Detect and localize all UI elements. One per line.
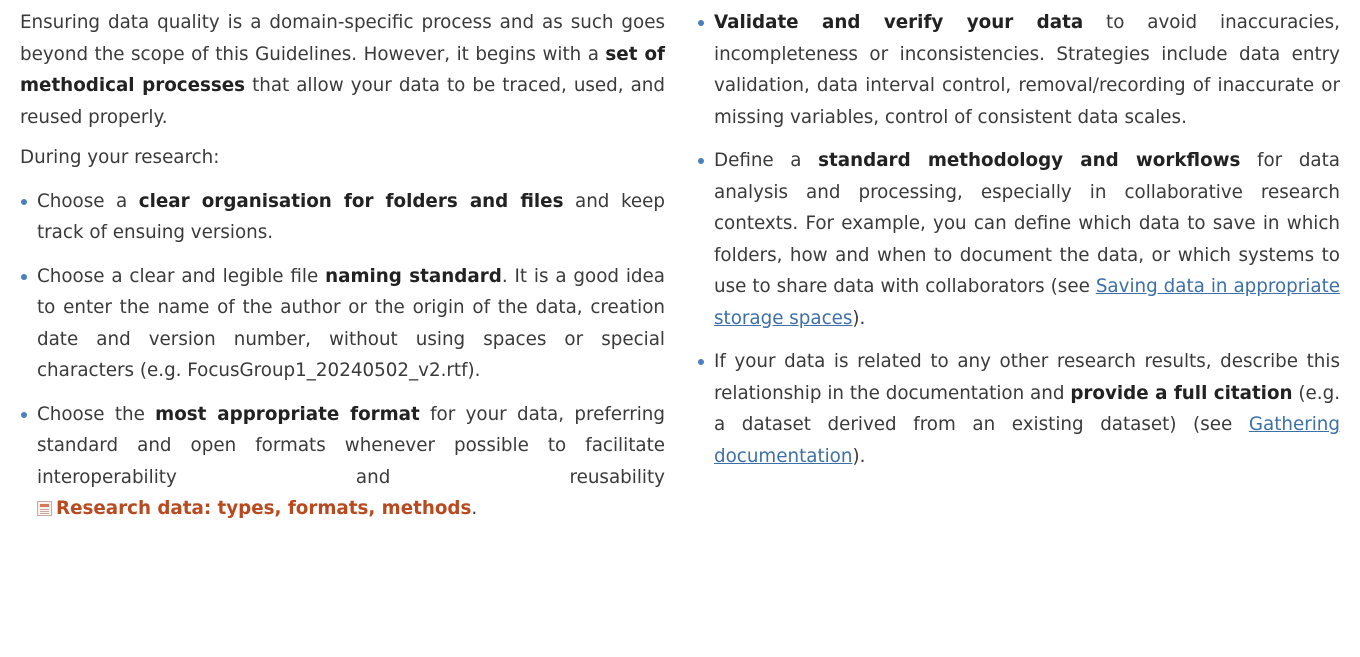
intro-paragraph: Ensuring data quality is a domain-specif… — [20, 0, 665, 133]
item-emphasis: naming standard — [325, 265, 502, 287]
item-emphasis: clear organisation for folders and files — [138, 190, 564, 212]
during-research-label: During your research: — [20, 147, 220, 168]
item-text: . — [471, 498, 478, 519]
item-emphasis: most appropriate format — [155, 403, 420, 425]
right-column: Validate and verify your data to avoid i… — [697, 0, 1340, 472]
left-bullet-list: Choose a clear organisation for folders … — [20, 186, 665, 525]
item-text: Choose a — [37, 190, 139, 212]
list-item-citation: If your data is related to any other res… — [697, 346, 1340, 472]
research-data-reference-link[interactable]: Research data: types, formats, methods — [37, 498, 471, 519]
item-text: ). — [852, 307, 866, 329]
list-item-validate: Validate and verify your data to avoid i… — [697, 7, 1340, 133]
list-item-folders: Choose a clear organisation for folders … — [20, 186, 665, 249]
list-item-format: Choose the most appropriate format for y… — [20, 399, 665, 525]
list-item-naming: Choose a clear and legible file naming s… — [20, 261, 665, 387]
item-emphasis: standard methodology and workflows — [818, 150, 1241, 171]
item-text: Choose a clear and legible file — [37, 265, 326, 287]
right-bullet-list: Validate and verify your data to avoid i… — [697, 7, 1340, 472]
document-icon — [37, 501, 52, 516]
intro-text-1: Ensuring data quality is a domain-specif… — [20, 12, 665, 65]
document-page: Ensuring data quality is a domain-specif… — [0, 0, 1360, 657]
left-column: Ensuring data quality is a domain-specif… — [20, 0, 665, 525]
item-text: ). — [852, 445, 866, 467]
list-item-methodology: Define a standard methodology and workfl… — [697, 145, 1340, 334]
item-text: Choose the — [37, 403, 156, 425]
reference-label: Research data: types, formats, methods — [56, 498, 472, 519]
item-text: Define a — [714, 150, 819, 171]
item-text: for data analysis and processing, especi… — [714, 150, 1340, 297]
item-emphasis: provide a full citation — [1070, 382, 1293, 404]
item-emphasis: Validate and verify your data — [714, 12, 1084, 33]
